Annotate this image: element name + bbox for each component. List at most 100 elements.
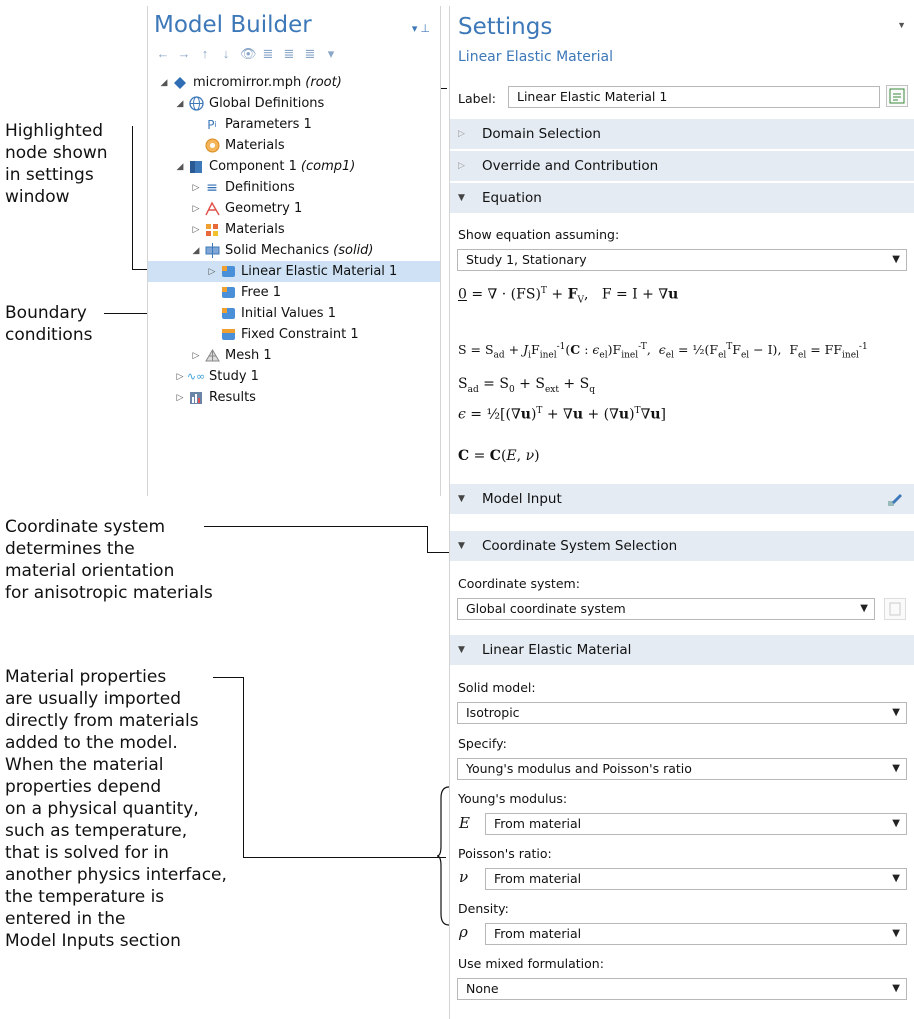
label-field[interactable]: Linear Elastic Material 1: [508, 86, 880, 108]
tree-node-label: Results: [209, 390, 256, 405]
move-up-icon[interactable]: ↑: [198, 46, 212, 62]
tree-node-linear-elastic-material[interactable]: ▷ Linear Elastic Material 1: [148, 261, 440, 282]
collapse-all-icon[interactable]: ≣: [261, 46, 275, 62]
section-label: Model Input: [482, 491, 562, 507]
tree-node-label: Materials: [225, 138, 285, 153]
pin-icon[interactable]: ▾ ⊥: [412, 22, 430, 35]
tree-node-root[interactable]: ◢ micromirror.mph (root): [158, 72, 342, 93]
coordinate-system-select[interactable]: Global coordinate system ▼: [457, 598, 875, 620]
tree-node-component[interactable]: ◢ Component 1 (comp1): [174, 156, 356, 177]
mixed-formulation-select[interactable]: None ▼: [457, 978, 907, 1000]
root-model-icon: [172, 75, 188, 91]
tree-node-global-materials[interactable]: Materials: [204, 135, 285, 156]
tree-node-fixed-constraint[interactable]: Fixed Constraint 1: [220, 324, 359, 345]
settings-title: Settings: [458, 14, 553, 40]
collapsed-arrow-icon[interactable]: ▷: [190, 351, 202, 361]
materials-icon: [204, 138, 220, 154]
chevron-down-icon: ▼: [860, 603, 868, 614]
collapsed-arrow-icon[interactable]: ▷: [174, 393, 186, 403]
solid-model-select[interactable]: Isotropic ▼: [457, 702, 907, 724]
section-equation[interactable]: ▼ Equation: [450, 183, 914, 213]
tree-node-label: Solid Mechanics: [225, 243, 330, 258]
back-arrow-icon[interactable]: ←: [156, 46, 170, 62]
specify-label: Specify:: [458, 736, 507, 751]
expanded-arrow-icon[interactable]: ◢: [190, 246, 202, 256]
geometry-icon: [204, 201, 220, 217]
tree-node-global-definitions[interactable]: ◢ Global Definitions: [174, 93, 325, 114]
chevron-down-icon: ▼: [892, 873, 900, 884]
tree-node-study[interactable]: ▷ ∿∞ Study 1: [174, 366, 259, 387]
expanded-section-icon: ▼: [458, 494, 465, 504]
tree-node-materials[interactable]: ▷ Materials: [190, 219, 285, 240]
forward-arrow-icon[interactable]: →: [177, 46, 191, 62]
linear-elastic-icon: [220, 264, 236, 280]
model-builder-title: Model Builder: [154, 12, 312, 38]
show-equation-value: Study 1, Stationary: [466, 252, 587, 267]
initial-values-icon: [220, 306, 236, 322]
poissons-ratio-value: From material: [494, 871, 582, 886]
collapsed-arrow-icon[interactable]: ▷: [190, 204, 202, 214]
density-label: Density:: [458, 901, 509, 916]
tree-node-parameters[interactable]: Pi Parameters 1: [204, 114, 312, 135]
section-linear-elastic-material[interactable]: ▼ Linear Elastic Material: [450, 635, 914, 665]
tree-node-label: Fixed Constraint 1: [241, 327, 359, 342]
collapsed-arrow-icon[interactable]: ▷: [206, 267, 218, 277]
tree-node-solid-mechanics[interactable]: ◢ Solid Mechanics (solid): [190, 240, 374, 261]
solid-mechanics-icon: [204, 243, 220, 259]
edit-pencil-icon[interactable]: [887, 491, 903, 511]
youngs-modulus-select[interactable]: From material ▼: [485, 813, 907, 835]
fixed-constraint-icon: [220, 327, 236, 343]
collapsed-arrow-icon[interactable]: ▷: [190, 183, 202, 193]
section-override-contribution[interactable]: ▷ Override and Contribution: [450, 151, 914, 181]
section-label: Linear Elastic Material: [482, 642, 632, 658]
youngs-modulus-label: Young's modulus:: [458, 791, 568, 806]
expanded-arrow-icon[interactable]: ◢: [174, 162, 186, 172]
connector-line: [243, 677, 244, 857]
model-builder-panel: Model Builder ▾ ⊥ ← → ↑ ↓ 👁 ≣ ≣ ≣ ▾ ◢ mi…: [147, 6, 441, 496]
section-domain-selection[interactable]: ▷ Domain Selection: [450, 119, 914, 149]
tree-node-mesh[interactable]: ▷ Mesh 1: [190, 345, 272, 366]
equation-balance: 0 = ∇ · (FS)T + FV, F = I + ∇u: [458, 286, 679, 306]
settings-menu-icon[interactable]: ▼: [897, 20, 906, 30]
density-select[interactable]: From material ▼: [485, 923, 907, 945]
show-equation-select[interactable]: Study 1, Stationary ▼: [457, 249, 907, 271]
poissons-ratio-select[interactable]: From material ▼: [485, 868, 907, 890]
tree-node-label: Definitions: [225, 180, 295, 195]
specify-select[interactable]: Young's modulus and Poisson's ratio ▼: [457, 758, 907, 780]
mesh-icon: [204, 348, 220, 364]
results-icon: [188, 390, 204, 406]
tree-node-initial-values[interactable]: Initial Values 1: [220, 303, 336, 324]
label-reset-icon[interactable]: [886, 85, 908, 107]
tree-node-suffix: (root): [305, 75, 342, 90]
tree-node-suffix: (solid): [333, 243, 374, 258]
chevron-down-icon: ▼: [892, 928, 900, 939]
show-icon[interactable]: 👁: [240, 46, 257, 62]
tree-node-free[interactable]: Free 1: [220, 282, 281, 303]
collapsed-arrow-icon[interactable]: ▷: [174, 372, 186, 382]
menu-dropdown-icon[interactable]: ▾: [324, 46, 338, 62]
tree-node-geometry[interactable]: ▷ Geometry 1: [190, 198, 303, 219]
globe-icon: [188, 96, 204, 112]
study-icon: ∿∞: [186, 370, 206, 383]
free-icon: [220, 285, 236, 301]
model-builder-toolbar: ← → ↑ ↓ 👁 ≣ ≣ ≣ ▾: [156, 46, 338, 62]
expand-all-icon[interactable]: ≣: [282, 46, 296, 62]
coordinate-system-goto-icon[interactable]: [884, 598, 906, 620]
definitions-icon: ≡: [206, 179, 218, 196]
tree-node-definitions[interactable]: ▷ ≡ Definitions: [190, 177, 295, 198]
tree-node-label: Linear Elastic Material 1: [241, 264, 398, 279]
section-model-input[interactable]: ▼ Model Input: [450, 484, 914, 514]
tree-node-results[interactable]: ▷ Results: [174, 387, 256, 408]
move-down-icon[interactable]: ↓: [219, 46, 233, 62]
expanded-arrow-icon[interactable]: ◢: [158, 78, 170, 88]
youngs-modulus-value: From material: [494, 816, 582, 831]
section-label: Override and Contribution: [482, 158, 659, 174]
connector-line: [204, 526, 427, 527]
collapsed-arrow-icon[interactable]: ▷: [190, 225, 202, 235]
tree-node-label: Parameters 1: [225, 117, 312, 132]
list-icon[interactable]: ≣: [303, 46, 317, 62]
section-label: Coordinate System Selection: [482, 538, 678, 554]
expanded-arrow-icon[interactable]: ◢: [174, 99, 186, 109]
tree-node-label: Free 1: [241, 285, 281, 300]
section-coordinate-system-selection[interactable]: ▼ Coordinate System Selection: [450, 531, 914, 561]
